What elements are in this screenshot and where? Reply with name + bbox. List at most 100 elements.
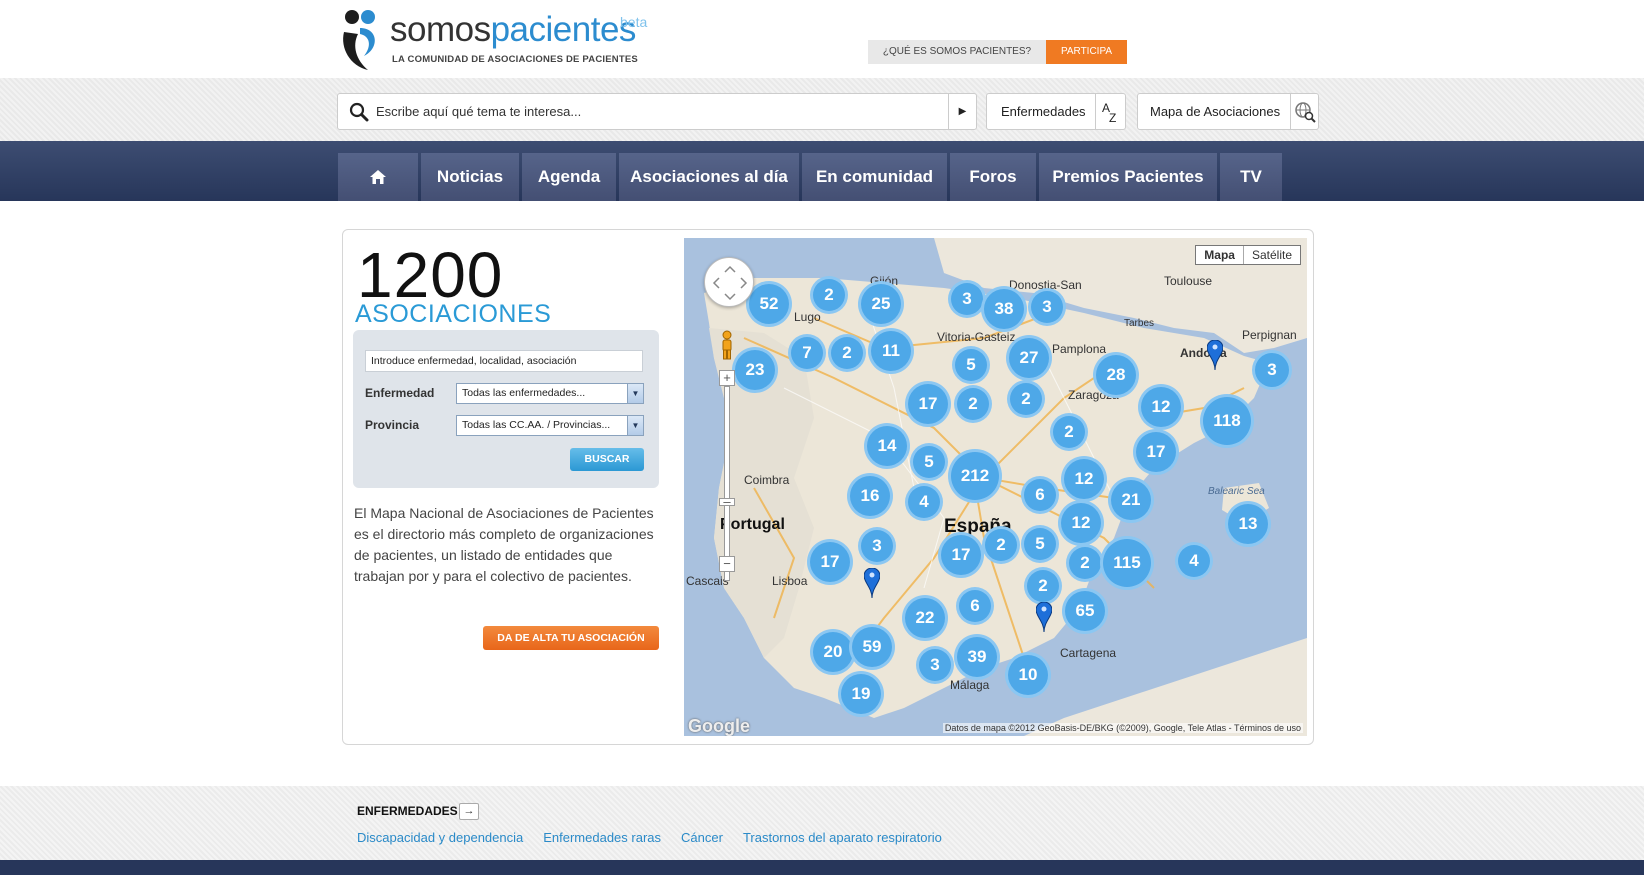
zoom-slider-track[interactable] bbox=[724, 386, 730, 581]
logo-text: somospacientes bbox=[390, 10, 636, 49]
chevron-down-icon: ▼ bbox=[627, 384, 643, 403]
nav-noticias[interactable]: Noticias bbox=[421, 153, 519, 201]
map-cluster-marker[interactable]: 27 bbox=[1006, 335, 1052, 381]
map-cluster-marker[interactable]: 4 bbox=[905, 483, 943, 521]
map-cluster-marker[interactable]: 17 bbox=[1133, 429, 1179, 475]
map-cluster-marker[interactable]: 10 bbox=[1005, 652, 1051, 698]
search-submit-button[interactable]: ▶ bbox=[948, 94, 976, 129]
map-pin-icon[interactable] bbox=[1036, 602, 1052, 632]
search-input[interactable] bbox=[376, 94, 936, 129]
map-cluster-marker[interactable]: 38 bbox=[981, 286, 1027, 332]
link-discapacidad[interactable]: Discapacidad y dependencia bbox=[357, 830, 523, 845]
map-cluster-marker[interactable]: 17 bbox=[938, 532, 984, 578]
search-form: Introduce enfermedad, localidad, asociac… bbox=[353, 330, 659, 488]
map-cluster-marker[interactable]: 22 bbox=[902, 595, 948, 641]
map-cluster-marker[interactable]: 17 bbox=[807, 539, 853, 585]
provincia-label: Provincia bbox=[365, 418, 420, 432]
associations-count-label: ASOCIACIONES bbox=[355, 300, 552, 328]
provincia-select[interactable]: Todas las CC.AA. / Provincias... ▼ bbox=[456, 415, 644, 436]
play-arrow-icon: ▶ bbox=[958, 106, 967, 117]
nav-premios-pacientes[interactable]: Premios Pacientes bbox=[1039, 153, 1217, 201]
associations-map[interactable]: Toulouse Perpignan Andorra Gijón Lugo Do… bbox=[684, 238, 1307, 736]
map-cluster-marker[interactable]: 23 bbox=[732, 347, 778, 393]
zoom-in-button[interactable]: + bbox=[719, 370, 735, 386]
zoom-slider-handle[interactable]: – bbox=[719, 495, 735, 508]
map-cluster-marker[interactable]: 19 bbox=[838, 671, 884, 717]
nav-agenda[interactable]: Agenda bbox=[522, 153, 616, 201]
nav-en-comunidad[interactable]: En comunidad bbox=[802, 153, 947, 201]
map-cluster-marker[interactable]: 25 bbox=[858, 281, 904, 327]
map-city-label: Málaga bbox=[950, 678, 990, 692]
map-cluster-marker[interactable]: 4 bbox=[1175, 542, 1213, 580]
enfermedad-select[interactable]: Todas las enfermedades... ▼ bbox=[456, 383, 644, 404]
site-logo[interactable]: somospacientes beta LA COMUNIDAD DE ASOC… bbox=[338, 8, 658, 74]
map-cluster-marker[interactable]: 6 bbox=[1021, 476, 1059, 514]
map-cluster-marker[interactable]: 7 bbox=[788, 334, 826, 372]
nav-home[interactable] bbox=[338, 153, 418, 201]
map-cluster-marker[interactable]: 17 bbox=[905, 381, 951, 427]
map-cluster-marker[interactable]: 6 bbox=[956, 587, 994, 625]
map-cluster-marker[interactable]: 115 bbox=[1100, 536, 1154, 590]
logo-tagline: LA COMUNIDAD DE ASOCIACIONES DE PACIENTE… bbox=[392, 54, 638, 65]
map-cluster-marker[interactable]: 2 bbox=[1050, 413, 1088, 451]
nav-tv[interactable]: TV bbox=[1220, 153, 1282, 201]
logo-beta: beta bbox=[620, 14, 648, 30]
map-cluster-marker[interactable]: 2 bbox=[982, 526, 1020, 564]
map-cluster-marker[interactable]: 65 bbox=[1062, 588, 1108, 634]
az-sort-icon: AZ bbox=[1095, 94, 1125, 129]
map-cluster-marker[interactable]: 12 bbox=[1138, 384, 1184, 430]
alta-asociacion-button[interactable]: DA DE ALTA TU ASOCIACIÓN bbox=[483, 626, 659, 650]
map-cluster-marker[interactable]: 11 bbox=[868, 328, 914, 374]
pan-arrows-icon bbox=[712, 265, 748, 301]
map-cluster-marker[interactable]: 2 bbox=[954, 385, 992, 423]
map-cluster-marker[interactable]: 2 bbox=[1066, 544, 1104, 582]
map-cluster-marker[interactable]: 2 bbox=[828, 334, 866, 372]
map-cluster-marker[interactable]: 39 bbox=[954, 634, 1000, 680]
link-enfermedades-raras[interactable]: Enfermedades raras bbox=[543, 830, 661, 845]
map-cluster-marker[interactable]: 5 bbox=[910, 443, 948, 481]
map-cluster-marker[interactable]: 14 bbox=[864, 423, 910, 469]
map-type-satellite-button[interactable]: Satélite bbox=[1244, 246, 1300, 264]
pegman-icon[interactable] bbox=[719, 330, 735, 360]
map-cluster-marker[interactable]: 28 bbox=[1093, 352, 1139, 398]
map-cluster-marker[interactable]: 3 bbox=[1252, 350, 1292, 390]
map-cluster-marker[interactable]: 12 bbox=[1058, 500, 1104, 546]
map-type-map-button[interactable]: Mapa bbox=[1196, 246, 1244, 264]
map-pan-control[interactable] bbox=[704, 257, 754, 307]
map-cluster-marker[interactable]: 12 bbox=[1061, 456, 1107, 502]
participa-button[interactable]: PARTICIPA bbox=[1046, 40, 1127, 64]
map-cluster-marker[interactable]: 16 bbox=[847, 473, 893, 519]
map-cluster-marker[interactable]: 3 bbox=[916, 646, 954, 684]
map-cluster-marker[interactable]: 2 bbox=[1007, 380, 1045, 418]
search-band: ▶ Enfermedades AZ Mapa de Asociaciones bbox=[0, 78, 1644, 141]
enfermedades-button[interactable]: Enfermedades AZ bbox=[986, 93, 1126, 130]
enfermedades-more-button[interactable]: → bbox=[459, 803, 479, 820]
link-cancer[interactable]: Cáncer bbox=[681, 830, 723, 845]
map-cluster-marker[interactable]: 212 bbox=[948, 449, 1002, 503]
zoom-out-button[interactable]: − bbox=[719, 556, 735, 572]
map-type-control: Mapa Satélite bbox=[1195, 245, 1301, 265]
top-links: ¿QUÉ ES SOMOS PACIENTES? PARTICIPA bbox=[868, 40, 1127, 64]
map-cluster-marker[interactable]: 5 bbox=[1021, 525, 1059, 563]
buscar-button[interactable]: BUSCAR bbox=[570, 448, 644, 471]
map-cluster-marker[interactable]: 2 bbox=[810, 276, 848, 314]
map-pin-icon[interactable] bbox=[864, 568, 880, 598]
map-city-label: Tarbes bbox=[1124, 318, 1155, 329]
map-cluster-marker[interactable]: 2 bbox=[1024, 567, 1062, 605]
map-cluster-marker[interactable]: 13 bbox=[1225, 501, 1271, 547]
map-cluster-marker[interactable]: 5 bbox=[952, 346, 990, 384]
map-pin-icon[interactable] bbox=[1207, 340, 1223, 370]
what-is-link[interactable]: ¿QUÉ ES SOMOS PACIENTES? bbox=[868, 40, 1046, 64]
association-search-input[interactable]: Introduce enfermedad, localidad, asociac… bbox=[365, 350, 643, 372]
map-cluster-marker[interactable]: 59 bbox=[849, 624, 895, 670]
map-cluster-marker[interactable]: 21 bbox=[1108, 477, 1154, 523]
nav-foros[interactable]: Foros bbox=[950, 153, 1036, 201]
map-cluster-marker[interactable]: 3 bbox=[858, 527, 896, 565]
nav-asociaciones-al-dia[interactable]: Asociaciones al día bbox=[619, 153, 799, 201]
map-cluster-marker[interactable]: 3 bbox=[1028, 288, 1066, 326]
map-cluster-marker[interactable]: 118 bbox=[1200, 394, 1254, 448]
mapa-label: Mapa de Asociaciones bbox=[1150, 104, 1281, 119]
link-respiratorio[interactable]: Trastornos del aparato respiratorio bbox=[743, 830, 942, 845]
map-city-label: Vitoria-Gasteiz bbox=[937, 330, 1016, 344]
mapa-asociaciones-button[interactable]: Mapa de Asociaciones bbox=[1137, 93, 1319, 130]
